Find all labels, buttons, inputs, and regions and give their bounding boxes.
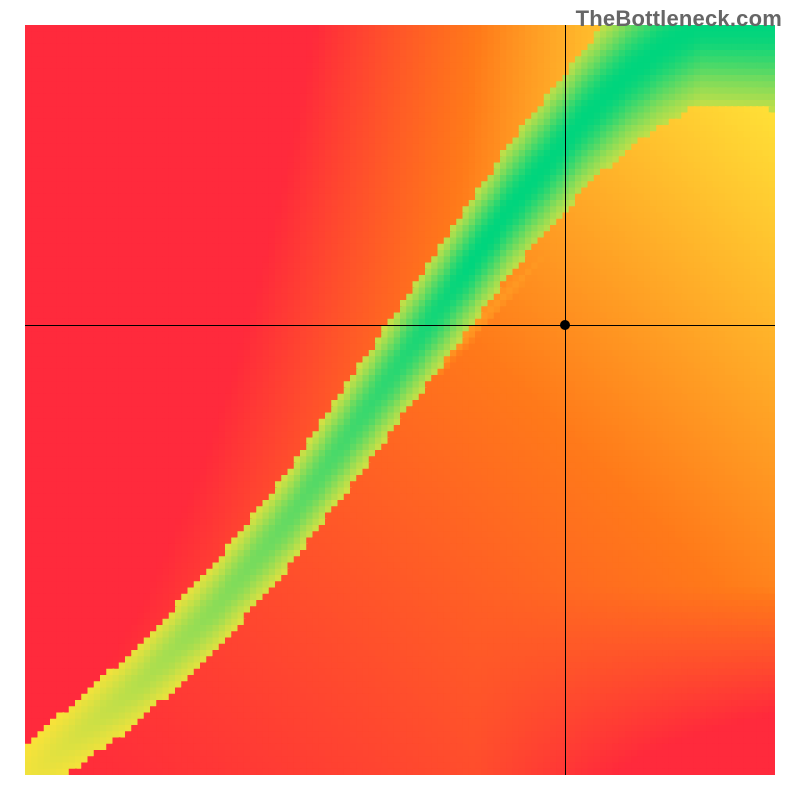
heatmap-canvas [25,25,775,775]
crosshair-vertical [565,25,566,775]
chart-frame: TheBottleneck.com [0,0,800,800]
crosshair-horizontal [25,325,775,326]
watermark-text: TheBottleneck.com [576,6,782,32]
crosshair-marker [560,320,570,330]
heatmap-plot [25,25,775,775]
